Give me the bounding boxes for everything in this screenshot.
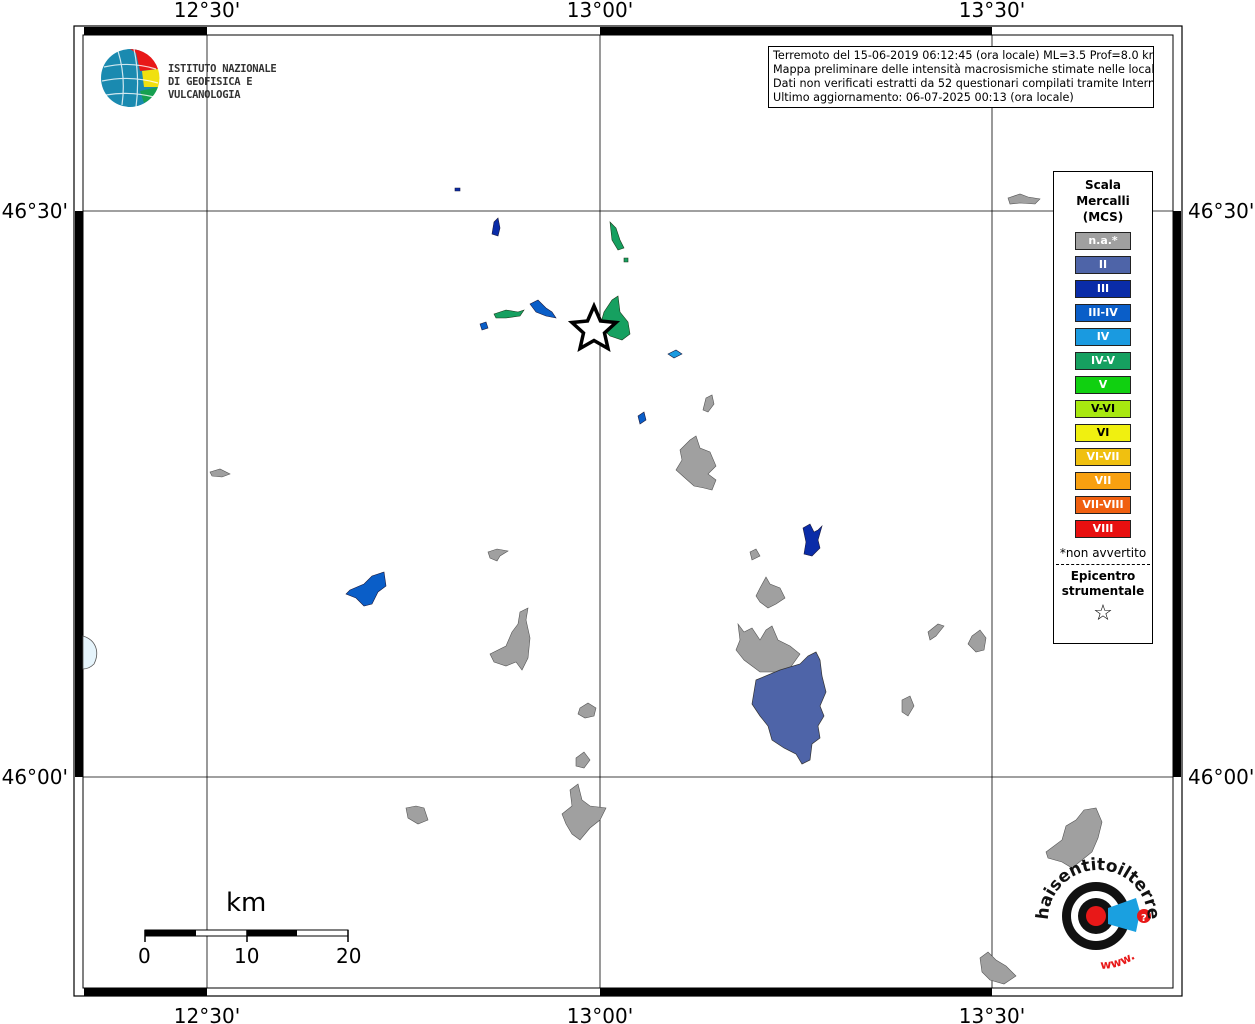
event-info-line: Mappa preliminare delle intensità macros… <box>773 63 1154 76</box>
scale-tick-20: 20 <box>336 944 362 968</box>
map-frame <box>73 25 1183 997</box>
legend-title-line: (MCS) <box>1082 210 1124 224</box>
coord-bottom-1: 12°30' <box>174 1004 240 1024</box>
coord-right-1: 46°30' <box>1188 199 1254 223</box>
event-info-line: Ultimo aggiornamento: 06-07-2025 00:13 (… <box>773 91 1074 104</box>
legend-epicentre-line: Epicentro <box>1070 569 1136 583</box>
hst-logo: ? haisentitoilterremoto.it www. <box>1030 800 1163 972</box>
legend-swatch: VII <box>1075 472 1131 490</box>
legend-divider <box>1056 564 1150 565</box>
legend-epicentre-line: strumentale <box>1061 584 1145 598</box>
legend-note: *non avvertito <box>1059 546 1147 560</box>
legend-swatch: VIII <box>1075 520 1131 538</box>
legend-swatch: VII-VIII <box>1075 496 1131 514</box>
legend-star-icon: ☆ <box>1093 601 1113 626</box>
coord-left-1: 46°30' <box>2 199 68 223</box>
legend-swatch: IV-V <box>1075 352 1131 370</box>
ingv-name-line2: DI GEOFISICA E VULCANOLOGIA <box>168 76 253 101</box>
ingv-name: ISTITUTO NAZIONALE DI GEOFISICA E VULCAN… <box>168 63 320 102</box>
legend-swatch: III-IV <box>1075 304 1131 322</box>
legend-swatches: n.a.* II III III-IV IV IV-V V V-VI VI VI-VII VII VI… <box>1054 232 1152 538</box>
scale-unit: km <box>226 888 267 918</box>
mcs-legend: Scala Mercalli (MCS) n.a.* II III III-IV IV I… <box>1053 171 1153 644</box>
frame-bar <box>600 27 992 35</box>
legend-title-line: Scala <box>1084 178 1122 192</box>
frame-bar <box>84 988 207 996</box>
legend-swatch: III <box>1075 280 1131 298</box>
scale-tick-0: 0 <box>138 944 151 968</box>
legend-swatch: n.a.* <box>1075 232 1131 250</box>
coord-top-1: 12°30' <box>174 0 240 22</box>
coord-bottom-2: 13°00' <box>567 1004 633 1024</box>
scale-tick-10: 10 <box>234 944 260 968</box>
legend-title: Scala Mercalli (MCS) <box>1054 177 1152 225</box>
frame-bar <box>84 27 207 35</box>
legend-swatch: V-VI <box>1075 400 1131 418</box>
legend-swatch: IV <box>1075 328 1131 346</box>
legend-epicentre-label: Epicentro strumentale <box>1054 569 1152 599</box>
coord-left-2: 46°00' <box>2 765 68 789</box>
event-info-line: Dati non verificati estratti da 52 quest… <box>773 77 1154 90</box>
frame-bar <box>1173 211 1181 777</box>
event-info-line: Terremoto del 15-06-2019 06:12:45 (ora l… <box>773 49 1154 62</box>
legend-swatch: II <box>1075 256 1131 274</box>
frame-bar <box>600 988 992 996</box>
coord-top-2: 13°00' <box>567 0 633 22</box>
ingv-logo: ISTITUTO NAZIONALE DI GEOFISICA E VULCAN… <box>100 47 320 109</box>
coord-top-3: 13°30' <box>959 0 1025 22</box>
ingv-globe-icon <box>101 48 160 108</box>
legend-title-line: Mercalli <box>1076 194 1130 208</box>
coord-right-2: 46°00' <box>1188 765 1254 789</box>
ingv-name-line1: ISTITUTO NAZIONALE <box>168 63 277 75</box>
legend-swatch: VI <box>1075 424 1131 442</box>
legend-swatch: V <box>1075 376 1131 394</box>
coord-bottom-3: 13°30' <box>959 1004 1025 1024</box>
legend-swatch: VI-VII <box>1075 448 1131 466</box>
hst-www: www. <box>1100 949 1137 972</box>
event-info-box: Terremoto del 15-06-2019 06:12:45 (ora l… <box>768 46 1154 108</box>
frame-bar <box>75 211 83 777</box>
